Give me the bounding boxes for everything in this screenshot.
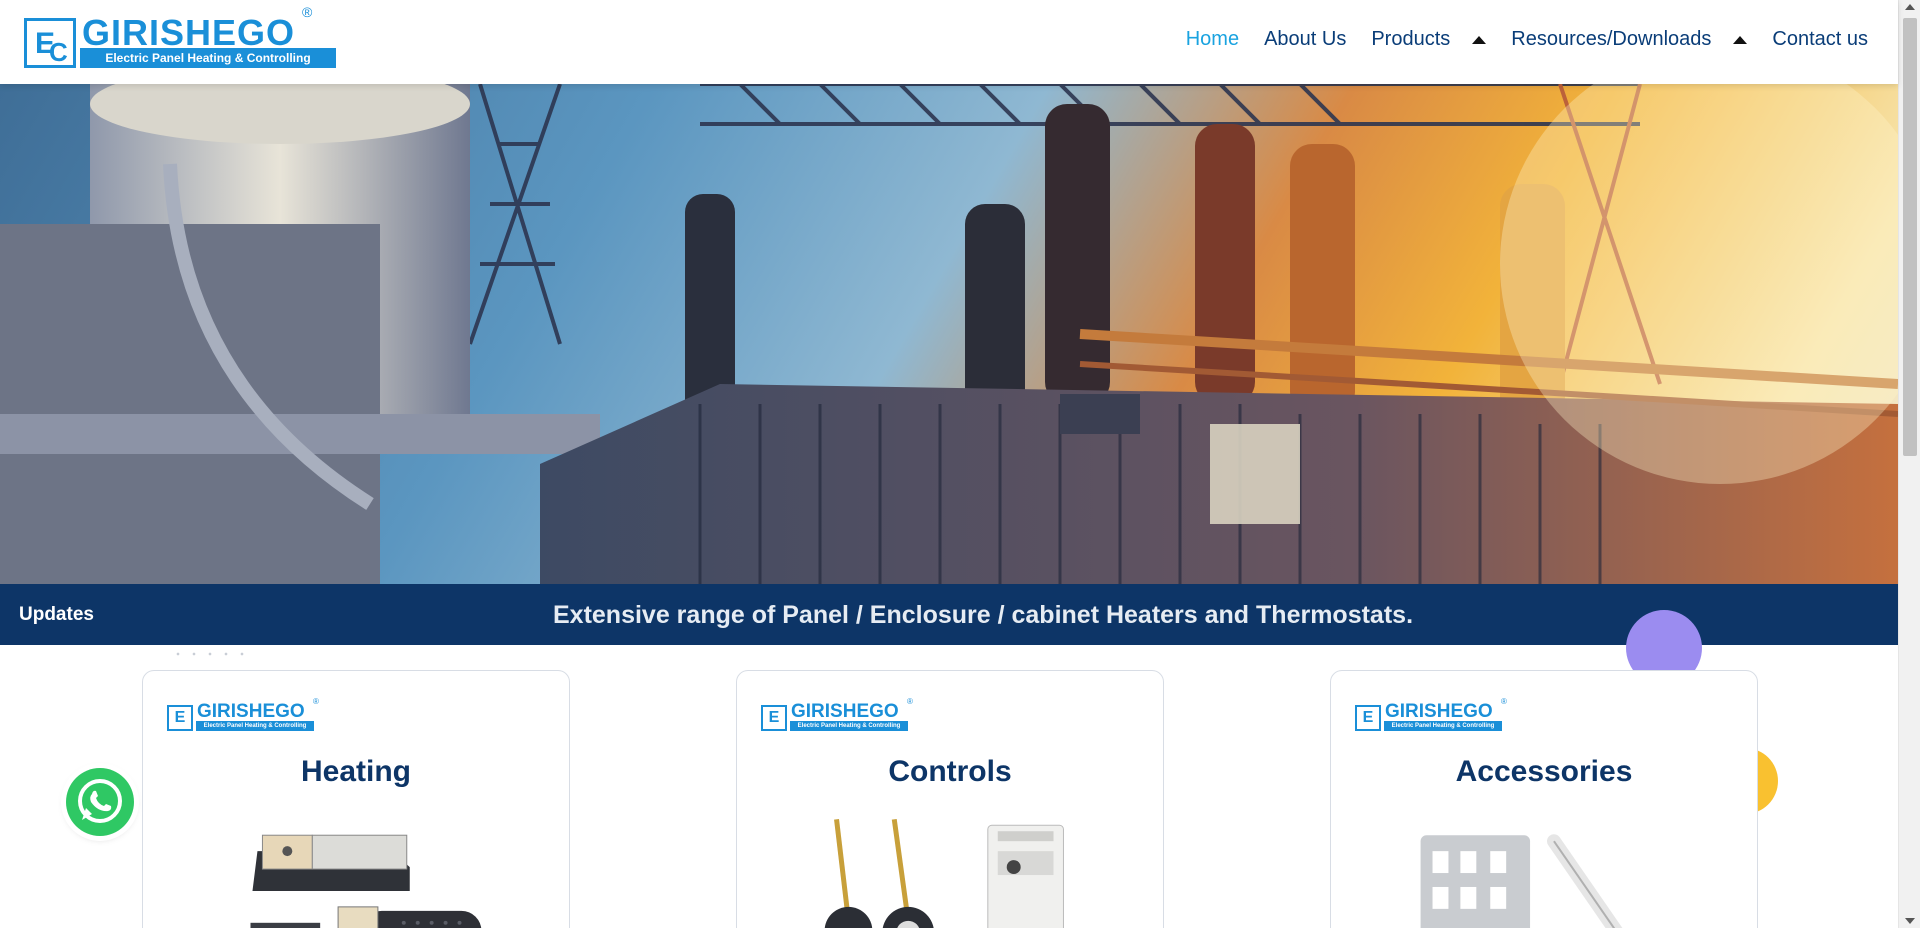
brand-tagline: Electric Panel Heating & Controlling Sol… bbox=[80, 48, 336, 85]
updates-label: Updates bbox=[19, 604, 94, 625]
page-scrollbar[interactable] bbox=[1898, 0, 1920, 928]
card-brand-tagline: Electric Panel Heating & Controlling Sol… bbox=[196, 721, 314, 731]
card-brand-name: GIRISHEGO bbox=[791, 701, 899, 722]
logo-mark-icon: E C bbox=[24, 18, 76, 68]
nav-contact-label: Contact us bbox=[1772, 28, 1868, 50]
logo-mark-icon: E bbox=[761, 705, 787, 731]
nav-products[interactable]: Products bbox=[1371, 28, 1487, 51]
logo-mark-c: C bbox=[49, 37, 68, 67]
brand-logo[interactable]: E C GIRISHEGO ® Electric Panel Heating &… bbox=[24, 4, 336, 85]
whatsapp-glyph bbox=[78, 779, 122, 823]
dotted-decoration bbox=[170, 648, 250, 660]
nav-about-us[interactable]: About Us bbox=[1264, 28, 1346, 51]
logo-mark-icon: E bbox=[167, 705, 193, 731]
site-header: E C GIRISHEGO ® Electric Panel Heating &… bbox=[0, 0, 1898, 85]
nav-resources-downloads[interactable]: Resources/Downloads bbox=[1511, 28, 1748, 51]
hero-banner-image bbox=[0, 84, 1898, 584]
card-brand-name: GIRISHEGO bbox=[197, 701, 305, 722]
updates-ticker: Updates Extensive range of Panel / Enclo… bbox=[0, 584, 1898, 645]
card-brand-tagline: Electric Panel Heating & Controlling Sol… bbox=[1384, 721, 1502, 731]
nav-home[interactable]: Home bbox=[1186, 28, 1239, 51]
card-brand-tagline: Electric Panel Heating & Controlling Sol… bbox=[790, 721, 908, 731]
nav-home-label: Home bbox=[1185, 28, 1240, 50]
product-card-controls[interactable]: E GIRISHEGO ® Electric Panel Heating & C… bbox=[736, 670, 1164, 928]
registered-mark: ® bbox=[302, 4, 313, 20]
nav-resources-label: Resources/Downloads bbox=[1511, 28, 1712, 50]
nav-products-label: Products bbox=[1371, 28, 1451, 50]
scrollbar-thumb[interactable] bbox=[1903, 18, 1917, 456]
card-brand-logo: E GIRISHEGO ® Electric Panel Heating & C… bbox=[761, 697, 913, 731]
card-brand-name: GIRISHEGO bbox=[1385, 701, 1493, 722]
heater-product-image bbox=[250, 834, 482, 928]
nav-about-label: About Us bbox=[1264, 28, 1347, 50]
product-card-heating[interactable]: E GIRISHEGO ® Electric Panel Heating & C… bbox=[142, 670, 570, 928]
thermostat-product-image bbox=[824, 818, 1064, 928]
card-title: Controls bbox=[888, 755, 1012, 788]
registered-mark: ® bbox=[313, 697, 319, 706]
main-nav: Home About Us Products Resources/Downloa… bbox=[1186, 28, 1868, 51]
scroll-down-arrow-icon[interactable] bbox=[1905, 918, 1915, 924]
substation-illustration bbox=[0, 84, 1898, 584]
product-card-accessories[interactable]: E GIRISHEGO ® Electric Panel Heating & C… bbox=[1330, 670, 1758, 928]
whatsapp-icon[interactable] bbox=[66, 768, 134, 836]
scroll-up-arrow-icon[interactable] bbox=[1905, 4, 1915, 10]
registered-mark: ® bbox=[907, 697, 913, 706]
updates-text[interactable]: Extensive range of Panel / Enclosure / c… bbox=[553, 601, 1413, 630]
registered-mark: ® bbox=[1501, 697, 1507, 706]
card-brand-logo: E GIRISHEGO ® Electric Panel Heating & C… bbox=[167, 697, 319, 731]
card-brand-logo: E GIRISHEGO ® Electric Panel Heating & C… bbox=[1355, 697, 1507, 731]
card-title: Accessories bbox=[1455, 755, 1633, 788]
card-title: Heating bbox=[300, 755, 411, 788]
caret-up-icon bbox=[1472, 35, 1487, 44]
caret-up-icon bbox=[1733, 35, 1748, 44]
logo-mark-icon: E bbox=[1355, 705, 1381, 731]
accessories-product-image bbox=[1420, 834, 1623, 928]
nav-contact-us[interactable]: Contact us bbox=[1772, 28, 1868, 51]
